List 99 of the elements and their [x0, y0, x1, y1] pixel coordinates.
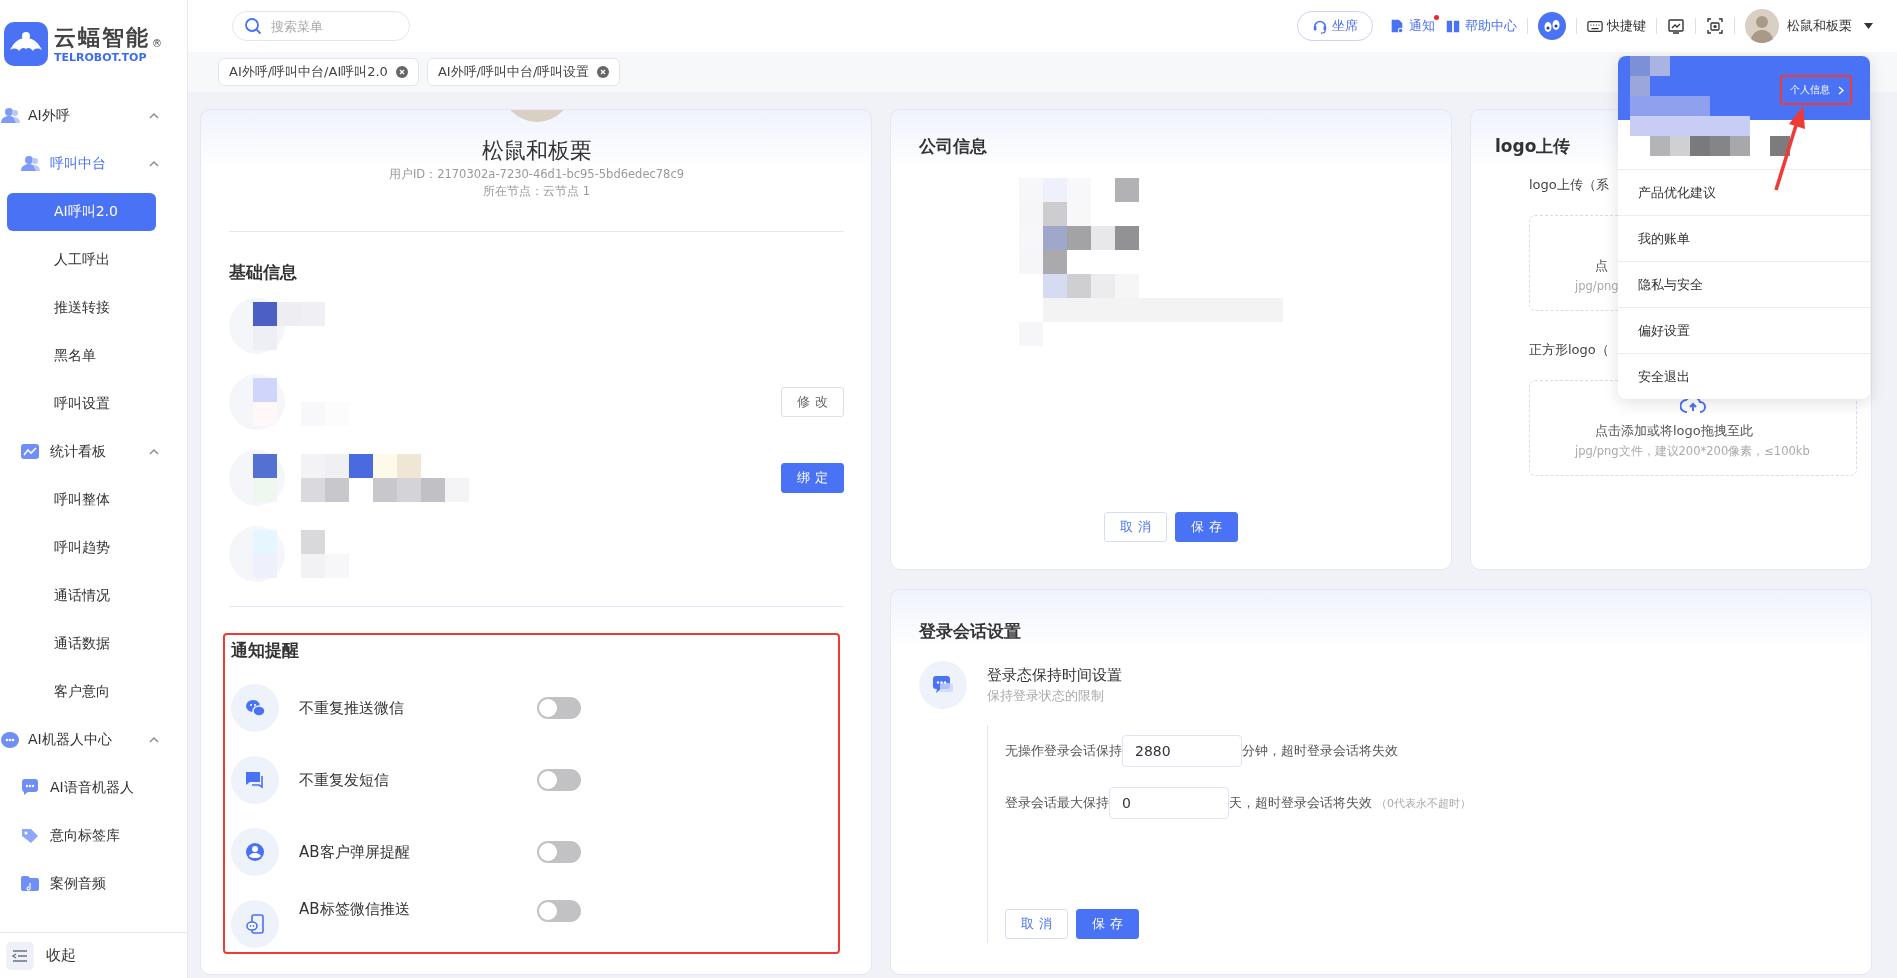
toggle-switch[interactable] [537, 900, 581, 922]
sidebar-item[interactable]: 案例音频 [0, 860, 187, 908]
field-label: 正方形logo（ [1529, 342, 1609, 357]
sidebar-item[interactable]: AI语音机器人 [0, 764, 187, 812]
agent-button[interactable]: 坐席 [1297, 11, 1373, 41]
menu-item[interactable]: 偏好设置 [1618, 307, 1870, 353]
section-title: logo上传 [1495, 135, 1572, 158]
field-suffix: 分钟，超时登录会话将失效 [1242, 742, 1398, 760]
profile-button[interactable]: 个人信息 [1780, 75, 1852, 105]
phone-chat-icon [244, 913, 266, 935]
droplets-logo-icon[interactable] [1538, 12, 1566, 40]
sidebar-item[interactable]: 黑名单 [7, 332, 156, 380]
menu-item[interactable]: 隐私与安全 [1618, 261, 1870, 307]
chevron-right-icon [1838, 85, 1844, 95]
sidebar-item[interactable]: 通话情况 [7, 572, 156, 620]
sidebar-item[interactable]: AI机器人中心 [0, 716, 187, 764]
upload-text: 点击添加或将logo拖拽至此 [1595, 423, 1753, 438]
toolbar-link[interactable]: 通知 [1389, 17, 1435, 35]
section-title: 基础信息 [229, 261, 298, 284]
document-icon [1389, 18, 1405, 34]
setting-description: 保持登录状态的限制 [987, 687, 1105, 705]
section-title: 公司信息 [919, 135, 988, 158]
people-icon [20, 154, 40, 174]
user-icon [244, 841, 266, 863]
logo-icon [4, 22, 48, 66]
number-field[interactable]: 0 [1109, 787, 1229, 819]
upload-hint: jpg/png文件，建议200*200像素，≤100kb [1575, 444, 1810, 458]
sidebar-item[interactable]: 呼叫中台 [0, 140, 187, 188]
edit-button[interactable]: 修 改 [781, 387, 844, 417]
upload-text: 点 [1595, 258, 1608, 273]
menu-item[interactable]: 我的账单 [1618, 215, 1870, 261]
field-suffix: 天，超时登录会话将失效 [1229, 794, 1372, 812]
bind-button[interactable]: 绑 定 [781, 463, 844, 493]
upload-hint: jpg/png [1575, 279, 1619, 293]
collapse-icon [6, 941, 34, 970]
sidebar-item[interactable]: 推送转接 [7, 284, 156, 332]
sidebar-item[interactable]: 呼叫趋势 [7, 524, 156, 572]
profile-name: 松鼠和板栗 [480, 137, 593, 165]
people-icon [0, 106, 20, 126]
chat-bubbles-icon [244, 697, 266, 719]
setting-label: AB标签微信推送 [299, 900, 411, 919]
sidebar-item[interactable]: 意向标签库 [0, 812, 187, 860]
sidebar-item[interactable]: 通话数据 [7, 620, 156, 668]
brand-name: 云蝠智能 [54, 24, 150, 51]
registered-mark: ® [152, 36, 162, 51]
close-icon [597, 66, 610, 78]
search-field[interactable]: 搜索菜单 [232, 11, 410, 41]
chat-bubble-icon [20, 778, 40, 798]
number-field[interactable]: 2880 [1122, 735, 1242, 767]
field-label: 登录会话最大保持 [1005, 794, 1109, 812]
chat-bubble-icon [932, 675, 954, 695]
save-button[interactable]: 保 存 [1175, 512, 1238, 542]
cancel-button[interactable]: 取 消 [1005, 909, 1068, 939]
toggle-switch[interactable] [537, 841, 581, 863]
user-id: 用户ID：2170302a-7230-46d1-bc95-5bd6edec78c9 [387, 166, 686, 183]
sidebar-item[interactable]: AI呼叫2.0 [7, 193, 156, 231]
toggle-switch[interactable] [537, 769, 581, 791]
tag-icon [20, 826, 40, 846]
save-button[interactable]: 保 存 [1076, 909, 1139, 939]
setting-label: AB客户弹屏提醒 [299, 842, 411, 862]
field-label: 无操作登录会话保持 [1005, 742, 1122, 760]
sidebar-item[interactable]: 呼叫设置 [7, 380, 156, 428]
toolbar-link[interactable]: 帮助中心 [1445, 17, 1517, 35]
sidebar-item[interactable]: AI外呼 [0, 92, 187, 140]
sidebar-item[interactable]: 客户意向 [7, 668, 156, 716]
avatar-icon [1745, 9, 1779, 43]
mosaic-drawing [253, 302, 325, 350]
keyboard-icon [1587, 18, 1603, 34]
sidebar-item[interactable]: 统计看板 [0, 428, 187, 476]
search-icon [244, 17, 262, 35]
close-icon [395, 66, 408, 78]
cancel-button[interactable]: 取 消 [1104, 512, 1167, 542]
breadcrumb-tab[interactable]: AI外呼/呼叫中台/AI呼叫2.0 [218, 58, 419, 86]
toggle-switch[interactable] [537, 697, 581, 719]
brand-subtitle: TELROBOT.TOP [54, 50, 148, 64]
message-icon [244, 769, 266, 791]
user-menu[interactable]: 松鼠和板栗 [1745, 9, 1873, 43]
caret-down-icon [1864, 23, 1873, 29]
field-note: （0代表永不超时） [1376, 795, 1471, 811]
monitor-icon[interactable] [1667, 17, 1685, 35]
setting-label: 不重复推送微信 [299, 698, 405, 718]
breadcrumb-tab[interactable]: AI外呼/呼叫中台/呼叫设置 [426, 58, 621, 86]
node-label: 所在节点：云节点 1 [482, 183, 591, 200]
sidebar-item[interactable]: 呼叫整体 [7, 476, 156, 524]
folder-icon [20, 874, 40, 894]
camera-icon[interactable] [1706, 17, 1724, 35]
menu-item[interactable]: 安全退出 [1618, 353, 1870, 399]
section-title: 通知提醒 [231, 639, 300, 662]
sidebar-item[interactable]: 人工呼出 [7, 236, 156, 284]
setting-label: 不重复发短信 [299, 770, 390, 790]
setting-title: 登录态保持时间设置 [987, 665, 1122, 686]
collapse-button[interactable]: 收起 [6, 941, 76, 970]
book-icon [1445, 18, 1461, 34]
field-label: logo上传（系 [1529, 177, 1609, 192]
menu-item[interactable]: 产品优化建议 [1618, 169, 1870, 215]
section-title: 登录会话设置 [919, 620, 1022, 643]
chart-icon [20, 442, 40, 462]
headset-icon [1312, 18, 1328, 34]
toolbar-link[interactable]: 快捷键 [1587, 17, 1646, 35]
